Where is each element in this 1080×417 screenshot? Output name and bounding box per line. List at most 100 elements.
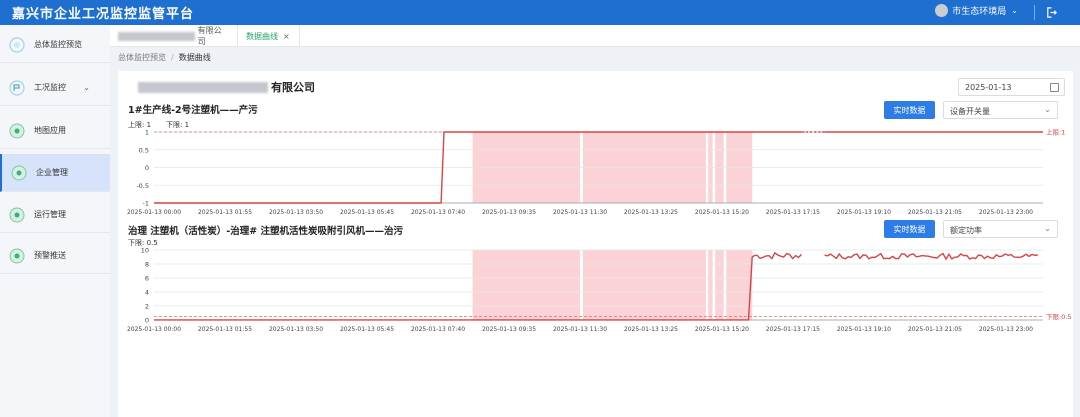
sidebar-item-label: 预警推送	[34, 251, 66, 260]
shaded-region	[708, 250, 713, 320]
sidebar-item-monitor[interactable]: 工况监控 ⌄	[0, 70, 110, 106]
select-value: 额定功率	[950, 226, 982, 235]
x-tick-label: 2025-01-13 15:20	[695, 209, 749, 216]
metric-select[interactable]: 设备开关量 ⌄	[943, 101, 1058, 119]
shaded-region	[582, 250, 706, 320]
x-tick-label: 2025-01-13 01:55	[198, 326, 252, 333]
section-title: 治理 注塑机（活性炭）-治理# 注塑机活性炭吸附引风机——治污	[128, 226, 404, 237]
x-tick-label: 2025-01-13 19:10	[837, 326, 891, 333]
calendar-icon	[1050, 83, 1059, 92]
shaded-region	[715, 250, 724, 320]
x-tick-label: 2025-01-13 07:40	[411, 326, 465, 333]
y-tick-label: 0	[145, 164, 149, 172]
chevron-down-icon: ⌄	[1044, 105, 1051, 114]
x-tick-label: 2025-01-13 17:15	[766, 209, 820, 216]
logout-icon[interactable]	[1045, 6, 1058, 19]
chart-device-switch: 1 0.5 0 -0.5 -12025-01-13 00:00 2025-01-13 01…	[127, 128, 1065, 217]
x-tick-label: 2025-01-13 03:50	[269, 209, 323, 216]
section-title: 1#生产线-2号注塑机——产污	[128, 105, 258, 116]
tab-label: 有限公司	[197, 26, 222, 46]
y-tick-label: 10	[141, 247, 149, 255]
x-tick-label: 2025-01-13 03:50	[269, 326, 323, 333]
x-tick-label: 2025-01-13 13:25	[624, 326, 678, 333]
alert-icon	[9, 248, 25, 263]
realtime-data-button[interactable]: 实时数据	[884, 101, 935, 119]
map-icon	[9, 123, 25, 138]
realtime-data-button[interactable]: 实时数据	[884, 220, 935, 238]
shaded-region	[726, 250, 753, 320]
monitor-icon	[9, 79, 25, 96]
x-tick-label: 2025-01-13 23:00	[979, 326, 1033, 333]
overview-icon	[9, 36, 25, 53]
sidebar-item-label: 企业管理	[36, 168, 68, 177]
tab-label: 数据曲线	[246, 31, 278, 41]
x-tick-label: 2025-01-13 05:45	[340, 209, 394, 216]
tab-data-curve[interactable]: 数据曲线 ×	[238, 25, 300, 47]
x-tick-label: 2025-01-13 11:30	[553, 209, 607, 216]
y-tick-label: -1	[143, 200, 149, 208]
x-tick-label: 2025-01-13 11:30	[553, 326, 607, 333]
chevron-down-icon: ⌄	[1044, 224, 1051, 233]
sidebar-item-enterprise[interactable]: 企业管理	[0, 154, 110, 192]
operation-icon	[9, 207, 25, 222]
breadcrumb-separator: /	[171, 53, 174, 62]
x-tick-label: 2025-01-13 19:10	[837, 209, 891, 216]
sidebar-item-overview[interactable]: 总体监控预览	[0, 27, 110, 63]
x-tick-label: 2025-01-13 13:25	[624, 209, 678, 216]
breadcrumb-current: 数据曲线	[178, 53, 211, 62]
x-tick-label: 2025-01-13 00:00	[127, 326, 181, 333]
series-line	[824, 252, 1038, 261]
sidebar-item-label: 总体监控预览	[34, 40, 82, 49]
user-menu[interactable]: 市生态环境局 ⌄	[935, 4, 1018, 17]
breadcrumb: 总体监控预览 / 数据曲线	[118, 52, 211, 63]
y-tick-label: -0.5	[136, 182, 149, 190]
main-panel: 有限公司 2025-01-13 1#生产线-2号注塑机——产污 实时数据 设备开…	[118, 71, 1073, 417]
metric-select[interactable]: 额定功率 ⌄	[943, 220, 1058, 238]
enterprise-icon	[11, 165, 27, 180]
chevron-down-icon: ⌄	[83, 83, 90, 92]
company-title: 有限公司	[138, 79, 315, 95]
app-title: 嘉兴市企业工况监控监管平台	[12, 7, 195, 22]
breadcrumb-parent[interactable]: 总体监控预览	[118, 53, 166, 62]
sidebar-item-label: 工况监控	[34, 83, 66, 92]
sidebar-item-operation[interactable]: 运行管理	[0, 197, 110, 233]
tab-company[interactable]: 有限公司	[110, 25, 238, 47]
x-tick-label: 2025-01-13 09:35	[482, 209, 536, 216]
x-tick-label: 2025-01-13 15:20	[695, 326, 749, 333]
y-tick-label: 6	[145, 275, 149, 283]
x-tick-label: 2025-01-13 23:00	[979, 209, 1033, 216]
date-picker[interactable]: 2025-01-13	[958, 78, 1065, 96]
chevron-down-icon: ⌄	[1011, 6, 1018, 15]
x-tick-label: 2025-01-13 00:00	[127, 209, 181, 216]
y-tick-label: 0	[145, 317, 149, 325]
close-icon[interactable]: ×	[283, 32, 290, 41]
x-tick-label: 2025-01-13 05:45	[340, 326, 394, 333]
company-name: 有限公司	[271, 81, 315, 94]
date-value: 2025-01-13	[965, 83, 1012, 92]
x-tick-label: 2025-01-13 21:05	[908, 326, 962, 333]
y-tick-label: 1	[145, 129, 149, 137]
sidebar-item-map[interactable]: 地图应用	[0, 113, 110, 149]
sidebar: 总体监控预览 工况监控 ⌄ 地图应用 企业管理 运行管理 预警推送	[0, 25, 110, 417]
sidebar-item-label: 运行管理	[34, 210, 66, 219]
y-tick-label: 2	[145, 303, 149, 311]
select-value: 设备开关量	[950, 107, 990, 116]
x-tick-label: 2025-01-13 07:40	[411, 209, 465, 216]
x-tick-label: 2025-01-13 09:35	[482, 326, 536, 333]
sidebar-item-alert[interactable]: 预警推送	[0, 238, 110, 274]
avatar	[935, 4, 949, 17]
y-tick-label: 0.5	[139, 146, 149, 154]
sidebar-item-label: 地图应用	[34, 126, 66, 135]
threshold-label: 上限:1	[1046, 128, 1065, 137]
x-tick-label: 2025-01-13 01:55	[198, 209, 252, 216]
redacted-text	[118, 31, 195, 41]
threshold-label: 下限:0.5	[1046, 312, 1072, 321]
divider	[1034, 5, 1035, 20]
tab-bar: 有限公司 数据曲线 ×	[110, 25, 1080, 47]
user-name: 市生态环境局	[952, 7, 1007, 17]
x-tick-label: 2025-01-13 21:05	[908, 209, 962, 216]
chart-rated-power: 10 8 6 4 2 02025-01-13 00:00 2025-01-13 01:55 2…	[127, 247, 1072, 334]
shaded-region	[472, 250, 580, 320]
y-tick-label: 8	[145, 261, 149, 269]
redacted-text	[138, 81, 268, 93]
